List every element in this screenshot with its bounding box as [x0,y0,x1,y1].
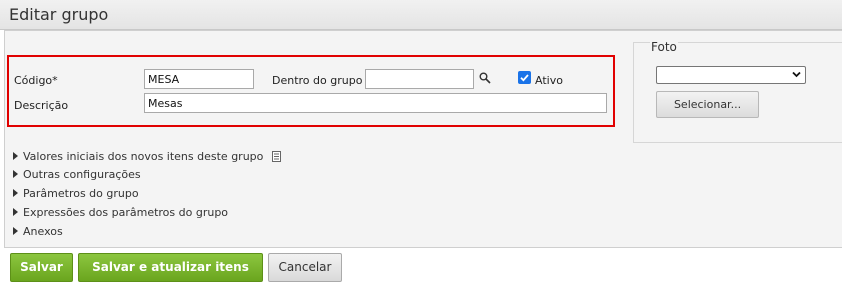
foto-select[interactable] [656,66,806,84]
cancel-button[interactable]: Cancelar [268,253,342,282]
dentro-grupo-input[interactable] [365,69,474,89]
check-icon [520,74,529,82]
document-icon[interactable] [271,151,281,162]
section-label: Anexos [23,225,63,238]
codigo-input[interactable] [144,69,254,89]
descricao-input[interactable] [144,93,607,113]
section-label: Expressões dos parâmetros do grupo [23,206,229,219]
chevron-down-icon [792,71,801,78]
section-outras-configuracoes[interactable]: Outras configurações [13,168,141,182]
save-button[interactable]: Salvar [10,253,73,282]
foto-legend: Foto [650,40,678,54]
highlight-box [7,55,615,127]
section-valores-iniciais[interactable]: Valores iniciais dos novos itens deste g… [13,150,281,164]
expand-triangle-icon [13,152,18,160]
save-update-button[interactable]: Salvar e atualizar itens [78,253,263,282]
dialog-titlebar: Editar grupo [0,0,842,30]
section-expressoes-parametros[interactable]: Expressões dos parâmetros do grupo [13,206,228,220]
ativo-label: Ativo [535,74,563,87]
dentro-grupo-label: Dentro do grupo [272,74,363,87]
section-label: Outras configurações [23,168,141,181]
codigo-label: Código* [14,74,58,87]
ativo-checkbox[interactable] [518,71,531,84]
expand-triangle-icon [13,208,18,216]
expand-triangle-icon [13,227,18,235]
descricao-label: Descrição [14,99,69,112]
section-label: Parâmetros do grupo [23,187,139,200]
expand-triangle-icon [13,170,18,178]
section-label: Valores iniciais dos novos itens deste g… [23,150,264,163]
section-parametros-grupo[interactable]: Parâmetros do grupo [13,187,139,201]
dialog-title: Editar grupo [9,5,109,24]
selecionar-button[interactable]: Selecionar... [656,91,759,118]
expand-triangle-icon [13,189,18,197]
search-icon[interactable] [479,72,491,84]
section-anexos[interactable]: Anexos [13,225,63,239]
